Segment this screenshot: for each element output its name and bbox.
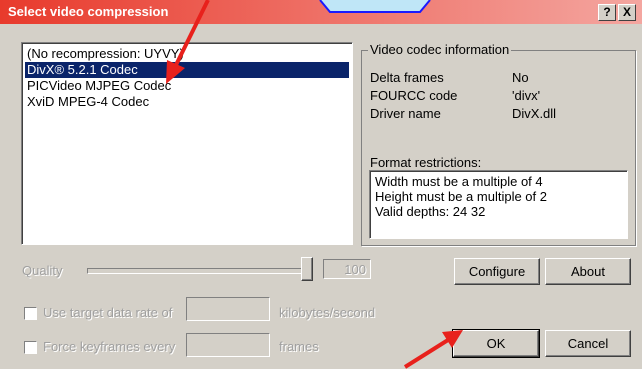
annotation-arrow-ok <box>403 330 463 369</box>
decorative-shape <box>319 0 431 13</box>
annotation-overlay <box>166 0 463 369</box>
annotation-arrow-codec <box>166 0 210 84</box>
